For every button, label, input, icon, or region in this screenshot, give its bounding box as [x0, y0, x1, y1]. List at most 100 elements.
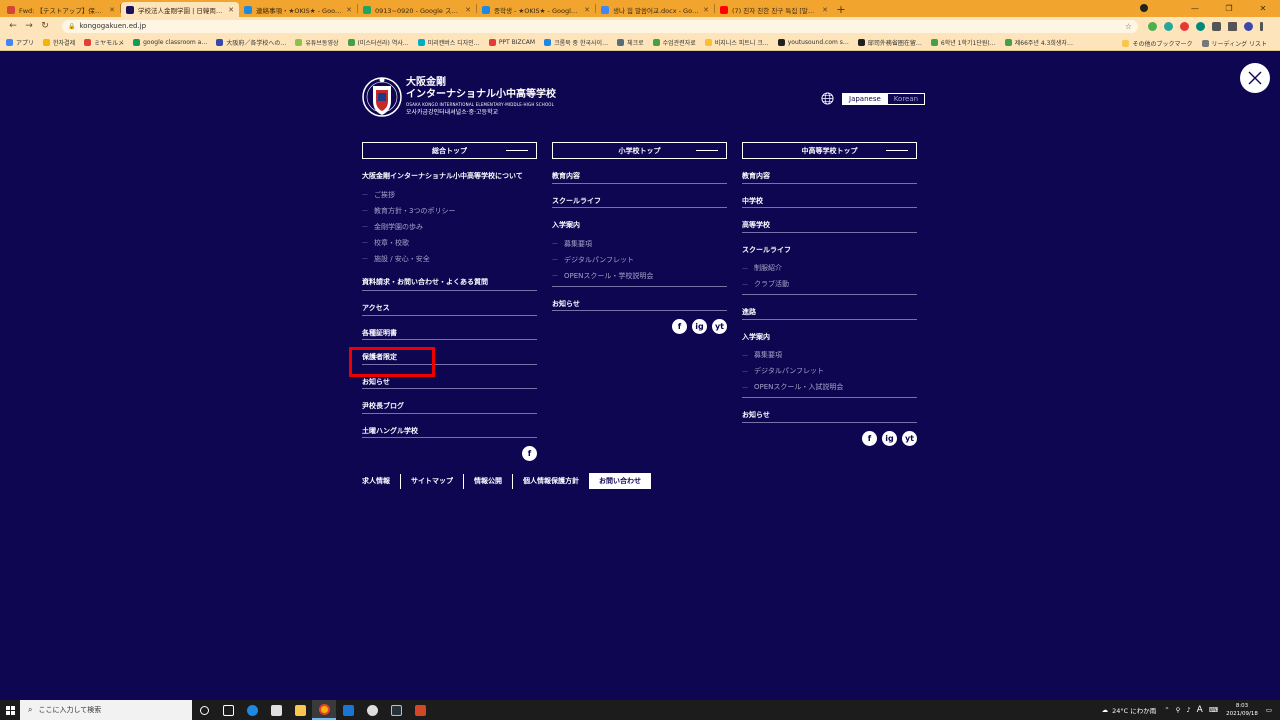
address-bar[interactable]: 🔒 kongogakuen.ed.jp ☆ — [62, 19, 1138, 33]
weather-icon[interactable]: ☁ — [1102, 706, 1109, 714]
back-arrow-icon[interactable]: ← — [6, 21, 20, 31]
menu-sublink[interactable]: デジタルパンフレット — [742, 363, 917, 379]
col-heading-secondary[interactable]: 中高等学校トップ — [742, 142, 917, 159]
volume-icon[interactable]: ♪ — [1186, 706, 1190, 714]
browser-tab[interactable]: 連絡事項・★OKIS★ - Google ド…✕ — [239, 2, 357, 17]
bookmark-item[interactable]: PPT BIZCAM — [488, 39, 535, 46]
ime-indicator[interactable]: A — [1197, 705, 1203, 715]
bookmark-item[interactable]: 미리캔버스 디자인… — [417, 38, 480, 47]
menu-link-junior-high[interactable]: 中学校 — [742, 184, 917, 208]
close-tab-icon[interactable]: ✕ — [346, 6, 352, 14]
col-heading-general[interactable]: 総合トップ — [362, 142, 537, 159]
close-menu-button[interactable] — [1240, 63, 1270, 93]
close-tab-icon[interactable]: ✕ — [584, 6, 590, 14]
forward-arrow-icon[interactable]: → — [22, 21, 36, 31]
close-tab-icon[interactable]: ✕ — [822, 6, 828, 14]
menu-sublink[interactable]: 金剛学園の歩み — [362, 219, 537, 235]
menu-link-principal-blog[interactable]: 尹校長ブログ — [362, 389, 537, 414]
menu-link-inquiry[interactable]: 資料請求・お問い合わせ・よくある質問 — [362, 267, 537, 291]
menu-link-news[interactable]: お知らせ — [552, 287, 727, 311]
close-tab-icon[interactable]: ✕ — [109, 6, 115, 14]
menu-sublink[interactable]: ご挨拶 — [362, 187, 537, 203]
store-icon[interactable] — [264, 700, 288, 720]
restore-icon[interactable]: ❐ — [1212, 4, 1246, 13]
more-menu-icon[interactable] — [1259, 21, 1263, 31]
youtube-icon[interactable]: yt — [902, 430, 917, 446]
bookmark-item[interactable]: 6학년 1학기1단원(… — [930, 38, 996, 47]
bookmark-item[interactable]: 유튜브동영상 — [295, 38, 339, 47]
taskbar-search[interactable]: ⌕ ここに入力して検索 — [20, 700, 192, 720]
menu-link-certificates[interactable]: 各種証明書 — [362, 316, 537, 340]
extension-icon[interactable] — [1147, 21, 1157, 31]
school-logo[interactable]: 大阪金剛 インターナショナル小中高等学校 OSAKA KONGO INTERNA… — [362, 71, 556, 123]
browser-tab[interactable]: 0913~0920 - Google スプレッドシー…✕ — [358, 2, 476, 17]
contact-button[interactable]: お問い合わせ — [589, 473, 651, 489]
menu-sublink[interactable]: デジタルパンフレット — [552, 252, 727, 268]
facebook-icon[interactable]: f — [672, 319, 687, 334]
lock-icon[interactable]: 🔒 — [68, 23, 75, 30]
minimize-icon[interactable]: — — [1178, 4, 1212, 13]
close-tab-icon[interactable]: ✕ — [703, 6, 709, 14]
bookmark-star-icon[interactable]: ☆ — [1125, 22, 1132, 31]
footer-link-sitemap[interactable]: サイトマップ — [401, 473, 464, 489]
browser-tab-active[interactable]: 学校法人金剛学園 | 日韓両国語で…✕ — [121, 2, 239, 17]
close-tab-icon[interactable]: ✕ — [465, 6, 471, 14]
bookmark-item[interactable]: (미스터선라) 역사… — [347, 38, 409, 47]
clock[interactable]: 8:03 2021/09/18 — [1226, 702, 1258, 718]
profile-avatar-icon[interactable] — [1243, 21, 1253, 31]
explorer-icon[interactable] — [288, 700, 312, 720]
youtube-icon[interactable]: yt — [712, 319, 727, 334]
bookmark-item[interactable]: 체크로 — [617, 38, 644, 47]
puzzle-icon[interactable] — [1211, 21, 1221, 31]
bookmark-item[interactable]: ミヤモルメ — [84, 38, 124, 47]
menu-link-about[interactable]: 大阪金剛インターナショナル小中高等学校について — [362, 159, 537, 184]
browser-tab[interactable]: (7) 친자 친한 친구 특집 [말씀어… ✕ — [715, 2, 833, 17]
task-view-icon[interactable] — [216, 700, 240, 720]
bookmark-item[interactable]: 大阪府／各学校への… — [216, 38, 286, 47]
menu-sublink[interactable]: 教育方針・3つのポリシー — [362, 203, 537, 219]
bookmark-item[interactable]: youtusound.com s… — [777, 39, 849, 46]
other-bookmarks[interactable]: その他のブックマーク — [1122, 39, 1193, 48]
new-tab-button[interactable]: + — [833, 2, 849, 17]
menu-link-education[interactable]: 教育内容 — [742, 159, 917, 184]
menu-link-education[interactable]: 教育内容 — [552, 159, 727, 184]
network-app-icon[interactable] — [360, 700, 384, 720]
menu-sublink[interactable]: OPENスクール・入試説明会 — [742, 379, 917, 395]
facebook-icon[interactable]: f — [862, 430, 877, 446]
menu-sublink[interactable]: クラブ活動 — [742, 276, 917, 292]
notification-icon[interactable]: ▭ — [1266, 706, 1272, 714]
weather-text[interactable]: 24°C にわか雨 — [1112, 705, 1156, 715]
close-window-icon[interactable]: ✕ — [1246, 4, 1280, 13]
reading-list-icon[interactable] — [1227, 21, 1237, 31]
bookmark-item[interactable]: アプリ — [6, 38, 34, 47]
lang-japanese-button[interactable]: Japanese — [842, 92, 888, 105]
tray-chevron-icon[interactable]: ⌃ — [1164, 706, 1169, 714]
footer-link-recruit[interactable]: 求人情報 — [362, 473, 401, 489]
bookmark-item[interactable]: 한자결제 — [43, 38, 75, 47]
instagram-icon[interactable]: ig — [692, 319, 707, 334]
footer-link-privacy[interactable]: 個人情報保護方針 — [513, 474, 589, 489]
browser-tab[interactable]: Fwd: 【テストアップ】保護者ページ:ユ…✕ — [2, 2, 120, 17]
bookmark-item[interactable]: google classroom a… — [133, 39, 207, 46]
bookmark-item[interactable]: 수업관련자료 — [652, 38, 696, 47]
mail-icon[interactable] — [336, 700, 360, 720]
menu-link-access[interactable]: アクセス — [362, 291, 537, 316]
reload-icon[interactable]: ↻ — [38, 21, 52, 31]
menu-sublink[interactable]: 制服紹介 — [742, 260, 917, 276]
recording-icon[interactable] — [1140, 4, 1148, 12]
chrome-icon[interactable] — [312, 700, 336, 720]
bookmark-item[interactable]: 제66주년 4.3희생자… — [1004, 38, 1073, 47]
menu-sublink[interactable]: 募集要項 — [552, 236, 727, 252]
menu-link-admission[interactable]: 入学案内 — [552, 208, 727, 233]
lang-korean-button[interactable]: Korean — [887, 92, 926, 105]
menu-link-admission[interactable]: 入学案内 — [742, 320, 917, 345]
monitor-app-icon[interactable] — [384, 700, 408, 720]
bookmark-item[interactable]: 邸司外務省圏在留… — [857, 38, 922, 47]
menu-sublink[interactable]: OPENスクール・学校説明会 — [552, 268, 727, 284]
browser-tab[interactable]: 중학생 - ★OKIS★ - Google ドラ…✕ — [477, 2, 595, 17]
facebook-icon[interactable]: f — [522, 446, 537, 461]
col-heading-elementary[interactable]: 小学校トップ — [552, 142, 727, 159]
bookmark-item[interactable]: 크롬북 중 한국사이… — [544, 38, 608, 47]
instagram-icon[interactable]: ig — [882, 430, 897, 446]
close-tab-icon[interactable]: ✕ — [228, 6, 234, 14]
